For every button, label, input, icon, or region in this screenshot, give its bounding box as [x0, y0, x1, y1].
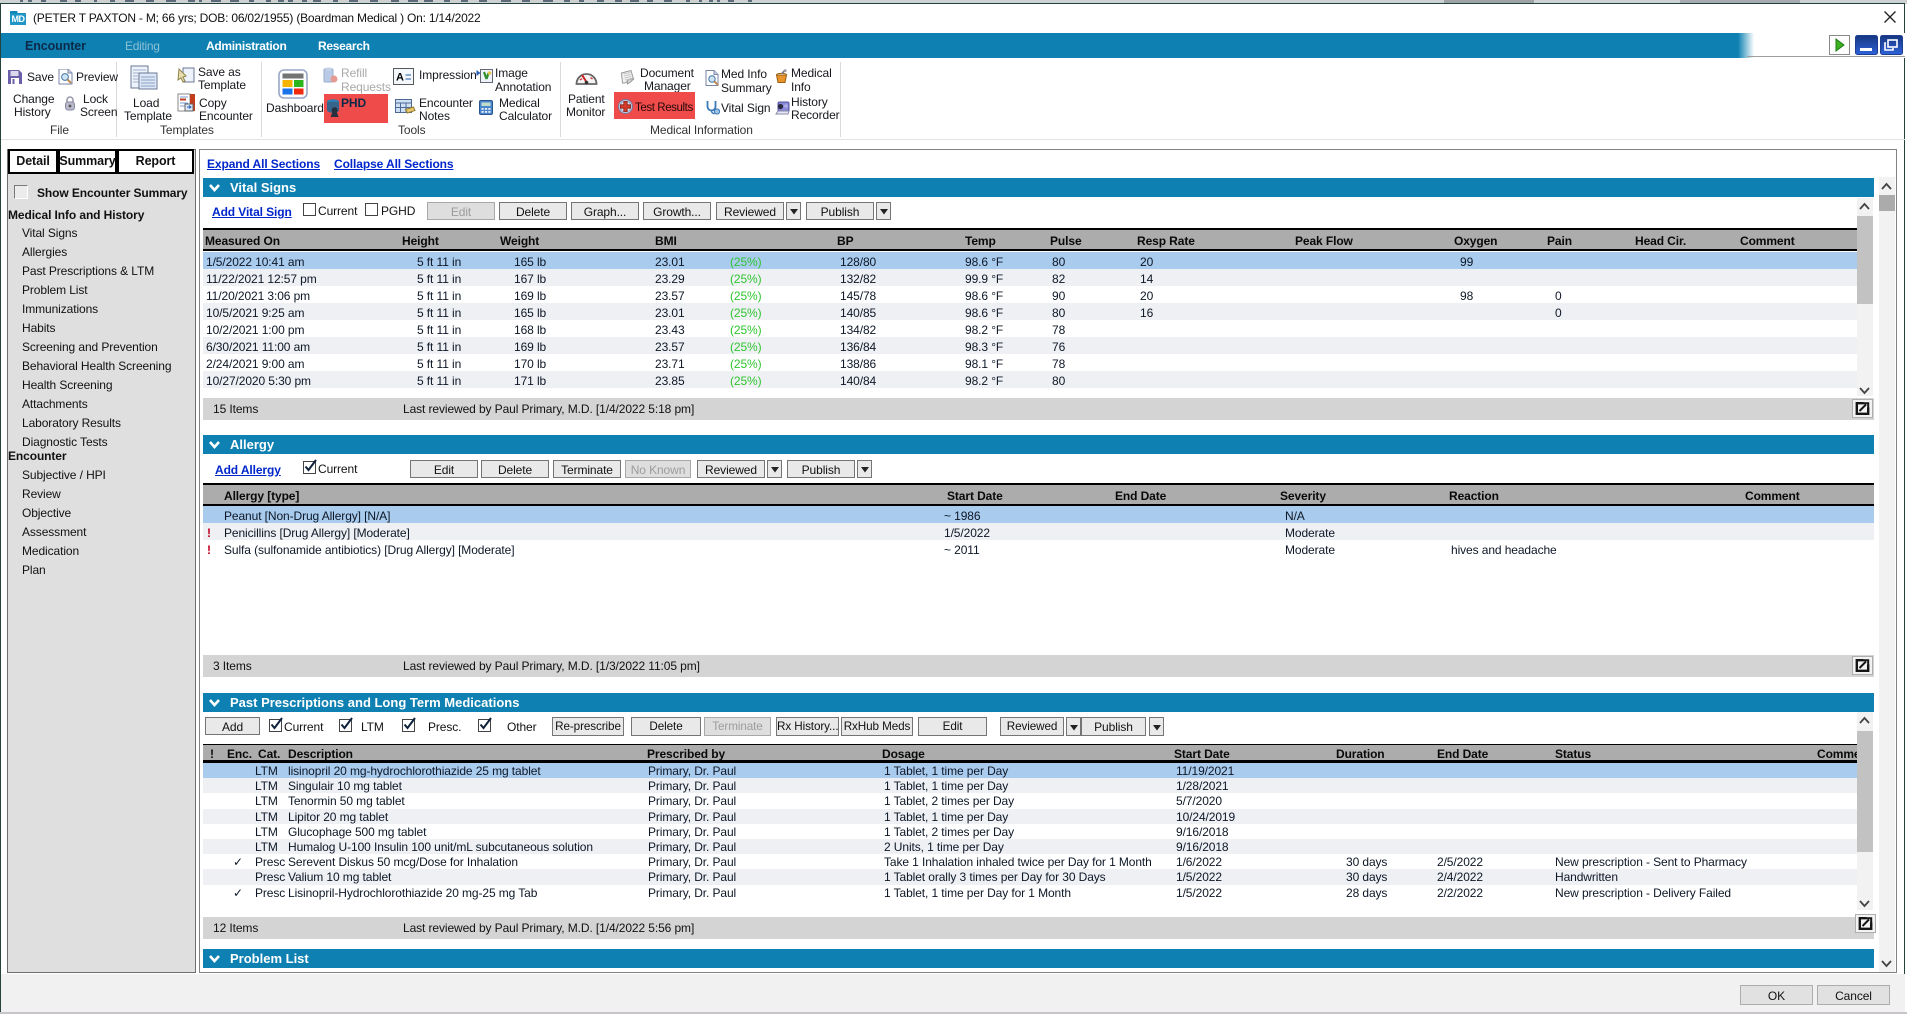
svg-text:A: A — [396, 72, 404, 84]
svg-text:MD: MD — [12, 14, 26, 24]
